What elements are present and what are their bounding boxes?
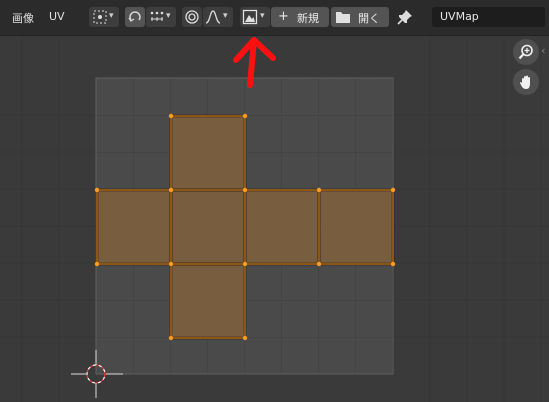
new-image-button[interactable]: + 新規 — [271, 7, 329, 27]
uv-face-top[interactable] — [171, 116, 245, 190]
proportional-editing-icon — [185, 10, 199, 24]
pan-view-button[interactable] — [513, 69, 539, 95]
proportional-falloff-dropdown[interactable]: ▾ — [203, 7, 233, 27]
menu-image[interactable]: 画像 — [12, 10, 34, 26]
open-image-label: 開く — [358, 12, 380, 25]
pivot-point-dropdown[interactable]: ▾ — [89, 7, 119, 27]
uv-face-front[interactable] — [171, 190, 245, 264]
uv-sync-selection-toggle[interactable] — [125, 7, 145, 27]
uv-face-left[interactable] — [97, 190, 171, 264]
uv-face-bottom[interactable] — [171, 264, 245, 338]
chevron-down-icon: ▾ — [109, 11, 114, 21]
plus-icon: + — [278, 9, 289, 24]
zoom-icon — [518, 44, 533, 60]
uv-select-mode-icon — [150, 11, 164, 21]
proportional-falloff-icon — [205, 10, 221, 24]
uv-select-mode-dropdown[interactable]: ▾ — [146, 7, 176, 27]
chevron-down-icon: ▾ — [260, 11, 265, 21]
image-browse-icon — [242, 9, 258, 25]
pan-hand-icon — [519, 75, 530, 89]
zoom-view-button[interactable] — [513, 39, 539, 65]
chevron-down-icon: ▾ — [223, 11, 228, 21]
chevron-down-icon: ▾ — [166, 11, 171, 21]
menu-uv[interactable]: UV — [49, 10, 65, 23]
folder-icon — [336, 12, 350, 23]
uv-map-name-field[interactable]: UVMap — [432, 7, 545, 27]
open-image-button[interactable]: 開く — [331, 7, 389, 27]
chevron-left-icon[interactable]: ‹ — [541, 44, 545, 57]
pivot-point-icon — [93, 10, 107, 24]
uv-face-back[interactable] — [319, 190, 393, 264]
proportional-editing-toggle[interactable] — [182, 7, 202, 27]
pin-icon[interactable] — [397, 9, 413, 25]
uv-face-right[interactable] — [245, 190, 319, 264]
uv-canvas[interactable] — [0, 36, 549, 402]
image-browse-dropdown[interactable]: ▾ — [240, 7, 270, 27]
editor-header: 画像 UV ▾ ▾ ▾ ▾ + 新規 開く UVMap — [0, 0, 549, 36]
uv-editor-viewport[interactable]: ‹ — [0, 36, 549, 402]
new-image-label: 新規 — [297, 12, 319, 25]
uv-sync-selection-icon — [128, 11, 141, 22]
